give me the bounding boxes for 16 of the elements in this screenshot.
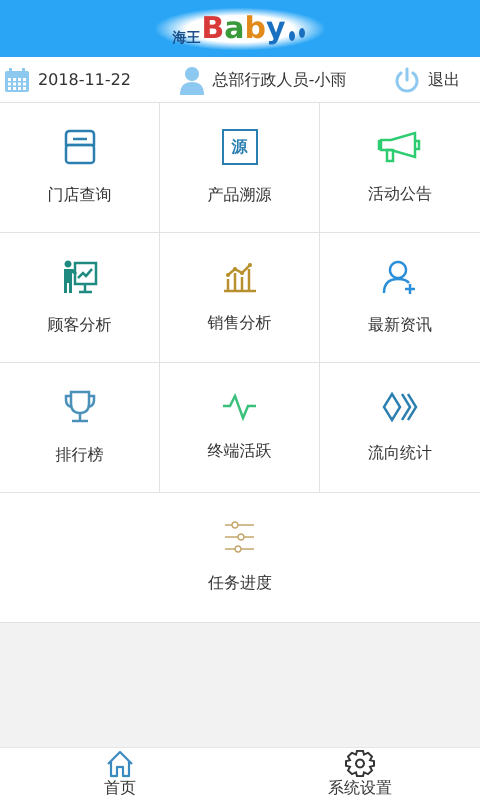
power-icon <box>394 66 420 92</box>
menu-tile[interactable]: 排行榜 <box>0 363 160 493</box>
menu-tile[interactable]: 销售分析 <box>160 233 320 363</box>
menu-tile[interactable]: 终端活跃 <box>160 363 320 493</box>
calendar-icon <box>4 66 30 92</box>
user-name: 总部行政人员-小雨 <box>212 68 346 90</box>
logout-button[interactable]: 退出 <box>394 66 460 92</box>
menu-tile[interactable]: 顾客分析 <box>0 233 160 363</box>
menu-tile[interactable]: 门店查询 <box>0 103 160 233</box>
logo: 海王 Baby <box>156 8 324 50</box>
source-icon: 源 <box>222 128 258 164</box>
user-icon <box>178 64 205 94</box>
settings-icon <box>345 750 375 778</box>
date-text: 2018-11-22 <box>38 68 131 90</box>
menu-tile[interactable]: 源 产品溯源 <box>160 103 320 233</box>
home-icon <box>105 750 135 778</box>
